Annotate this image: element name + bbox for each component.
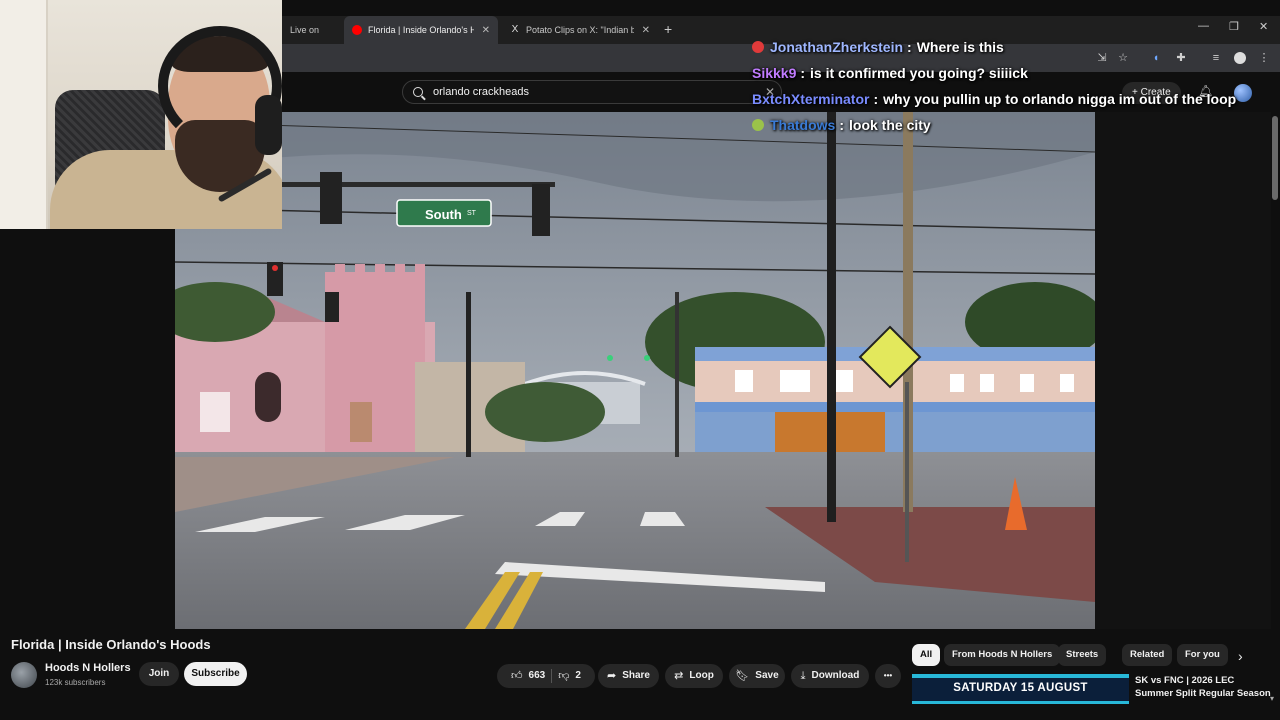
dislike-count[interactable]: 2 xyxy=(575,664,581,688)
chat-text: Where is this xyxy=(916,39,1004,55)
street-sign-text: South xyxy=(425,207,462,222)
chat-username: BxtchXterminator xyxy=(752,91,870,107)
channel-name[interactable]: Hoods N Hollers xyxy=(45,662,131,674)
chat-username: JonathanZherkstein xyxy=(770,39,904,55)
chat-message: JonathanZherkstein : Where is this xyxy=(752,34,1272,60)
chat-badge-icon xyxy=(752,41,764,53)
search-icon xyxy=(413,87,423,97)
webcam-background-door xyxy=(0,0,48,229)
chat-separator: : xyxy=(800,65,806,81)
channel-avatar[interactable] xyxy=(11,662,37,688)
search-box[interactable]: ✕ xyxy=(402,80,782,104)
download-icon: ⤓ xyxy=(800,670,806,682)
screen: Live on Florida | Inside Orlando's Hoods… xyxy=(0,0,1280,720)
more-actions-button[interactable]: ••• xyxy=(875,664,901,688)
thumbnail-accent-top xyxy=(912,674,1129,678)
chip-all[interactable]: All xyxy=(912,644,941,666)
chat-separator: : xyxy=(907,39,912,55)
dislike-thumb-icon[interactable]: 👎︎ xyxy=(558,664,569,688)
like-dislike-group: 👍︎ 663 👎︎ 2 xyxy=(497,664,595,688)
share-button[interactable]: ➦ Share xyxy=(598,664,659,688)
stream-chat-overlay: JonathanZherkstein : Where is this Sikkk… xyxy=(752,34,1272,138)
chat-message: Sikkk9 : is it confirmed you going? siii… xyxy=(752,60,1272,86)
video-player[interactable]: South ST xyxy=(175,112,1095,629)
chip-from-channel[interactable]: From Hoods N Hollers xyxy=(944,644,1061,666)
page-scrollbar-thumb[interactable] xyxy=(1272,116,1278,200)
chat-message: Thatdows : look the city xyxy=(752,112,1272,138)
related-title-line2: Summer Split Regular Season xyxy=(1135,688,1271,699)
close-window-icon[interactable]: ✕ xyxy=(1259,20,1268,33)
tab-x-post[interactable]: X Potato Clips on X: "Indian begg ✕ xyxy=(502,16,658,44)
tab-label: Florida | Inside Orlando's Hoods xyxy=(368,25,474,35)
search-input[interactable] xyxy=(433,86,733,98)
chat-text: look the city xyxy=(849,117,931,133)
chat-separator: : xyxy=(839,117,845,133)
new-tab-button[interactable]: + xyxy=(664,21,672,37)
like-thumb-icon[interactable]: 👍︎ xyxy=(511,664,523,688)
close-tab-icon[interactable]: ✕ xyxy=(642,25,650,36)
download-label: Download xyxy=(811,670,860,681)
tab-kick[interactable]: Live on xyxy=(282,16,344,44)
like-divider xyxy=(551,669,553,683)
headset-earcup xyxy=(255,95,282,155)
share-label: Share xyxy=(622,670,650,681)
street-sign-suffix: ST xyxy=(467,210,477,217)
tab-label: Live on xyxy=(290,25,320,35)
thumbnail-accent-bottom xyxy=(912,701,1129,704)
chip-streets[interactable]: Streets xyxy=(1058,644,1107,666)
loop-icon: ⇄ xyxy=(674,670,684,682)
minimize-icon[interactable]: — xyxy=(1198,20,1209,32)
chevron-right-icon[interactable]: › xyxy=(1238,648,1243,664)
join-button[interactable]: Join xyxy=(139,662,179,686)
tab-label: Potato Clips on X: "Indian begg xyxy=(526,25,634,35)
related-more-icon[interactable]: ▾ xyxy=(1270,694,1274,703)
thumbnail-text: SATURDAY 15 AUGUST xyxy=(953,682,1088,694)
chat-username: Sikkk9 xyxy=(752,65,797,81)
save-label: Save xyxy=(755,670,779,681)
chip-for-you[interactable]: For you xyxy=(1177,644,1228,666)
related-video-title[interactable]: SK vs FNC | 2026 LEC Summer Split Regula… xyxy=(1135,674,1271,714)
subscriber-count: 123k subscribers xyxy=(45,678,106,687)
close-tab-icon[interactable]: ✕ xyxy=(482,25,490,36)
video-title: Florida | Inside Orlando's Hoods xyxy=(11,637,211,652)
restore-icon[interactable]: ❐ xyxy=(1229,20,1239,33)
x-icon: X xyxy=(511,24,519,35)
subscribe-button[interactable]: Subscribe xyxy=(184,662,247,686)
save-button[interactable]: 🔖︎ Save xyxy=(729,664,785,688)
chat-message: BxtchXterminator : why you pullin up to … xyxy=(752,86,1272,112)
loop-label: Loop xyxy=(689,670,714,681)
related-video-thumbnail[interactable]: SATURDAY 15 AUGUST xyxy=(912,674,1129,704)
chat-text: why you pullin up to orlando nigga im ou… xyxy=(883,91,1237,107)
youtube-icon xyxy=(352,25,362,35)
related-panel-background xyxy=(1095,112,1271,629)
chat-emote-icon xyxy=(752,119,764,131)
related-title-line1: SK vs FNC | 2026 LEC xyxy=(1135,675,1235,686)
page-scrollbar-track[interactable] xyxy=(1271,112,1280,720)
loop-button[interactable]: ⇄ Loop xyxy=(665,664,723,688)
download-button[interactable]: ⤓ Download xyxy=(791,664,869,688)
video-frame-street-scene: South ST xyxy=(175,112,1095,629)
chip-related[interactable]: Related xyxy=(1122,644,1173,666)
like-count[interactable]: 663 xyxy=(529,664,546,688)
chat-username: Thatdows xyxy=(770,117,836,133)
share-arrow-icon: ➦ xyxy=(606,670,617,682)
bookmark-icon: 🔖︎ xyxy=(735,670,750,682)
chat-separator: : xyxy=(873,91,879,107)
chat-text: is it confirmed you going? siiiick xyxy=(810,65,1028,81)
tab-youtube-video[interactable]: Florida | Inside Orlando's Hoods ✕ xyxy=(344,16,498,44)
streamer-webcam xyxy=(0,0,282,229)
